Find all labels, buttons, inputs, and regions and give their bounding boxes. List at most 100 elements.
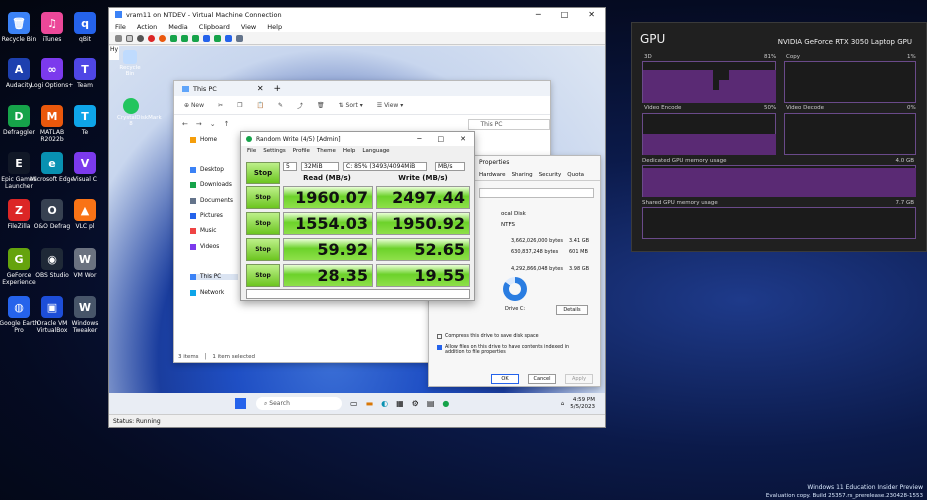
pause-icon[interactable] xyxy=(181,34,188,42)
nav-item-music[interactable]: Music xyxy=(190,228,217,234)
share-icon[interactable]: ⤴ xyxy=(297,101,303,110)
index-checkbox[interactable] xyxy=(437,345,442,350)
ctrl-alt-del-icon[interactable] xyxy=(115,34,122,42)
desktop-icon-te[interactable]: T Te xyxy=(62,105,108,136)
tab-sharing[interactable]: Sharing xyxy=(512,172,533,178)
turn-off-icon[interactable] xyxy=(137,34,144,42)
rename-icon[interactable]: ✎ xyxy=(278,102,283,109)
nav-item-documents[interactable]: Documents xyxy=(190,198,233,204)
checkpoint-icon[interactable] xyxy=(203,34,210,42)
nav-item-home[interactable]: Home xyxy=(190,137,217,143)
menu-clipboard[interactable]: Clipboard xyxy=(199,23,230,31)
drive-select[interactable]: C: 85% (3493/4094MiB xyxy=(343,162,427,171)
copy-icon[interactable]: ❐ xyxy=(237,102,242,109)
cdm-taskbar-icon[interactable]: ● xyxy=(442,399,449,408)
unit-select[interactable]: MB/s xyxy=(435,162,465,171)
taskbar-clock[interactable]: 4:59 PM 5/5/2023 xyxy=(570,397,595,411)
desktop-icon-windows-tweaker[interactable]: W Windows Tweaker xyxy=(62,296,108,334)
stop-button-row2[interactable]: Stop xyxy=(246,212,280,235)
shutdown-icon[interactable] xyxy=(148,34,155,42)
paste-icon[interactable]: 📋 xyxy=(256,102,263,109)
nav-item-downloads[interactable]: Downloads xyxy=(190,182,232,188)
count-select[interactable]: 5 xyxy=(283,162,297,171)
nav-item-network[interactable]: Network xyxy=(190,290,224,296)
delete-icon[interactable]: 🗑 xyxy=(317,102,325,109)
nav-item-this-pc[interactable]: This PC xyxy=(190,274,238,280)
nav-item-desktop[interactable]: Desktop xyxy=(190,167,224,173)
details-button[interactable]: Details xyxy=(556,305,588,315)
new-tab-icon[interactable]: + xyxy=(274,84,282,94)
close-icon[interactable]: ✕ xyxy=(588,10,595,19)
start-icon[interactable] xyxy=(235,398,246,409)
desktop-icon-vm-wor[interactable]: W VM Wor xyxy=(62,248,108,279)
desktop-icon-qbit[interactable]: q qBit xyxy=(62,12,108,43)
start-icon[interactable] xyxy=(126,34,133,42)
nav-item-pictures[interactable]: Pictures xyxy=(190,213,223,219)
cdm-menu-help[interactable]: Help xyxy=(343,148,356,154)
compress-checkbox[interactable] xyxy=(437,334,442,339)
menu-view[interactable]: View xyxy=(241,23,256,31)
cdm-minimize-icon[interactable]: ─ xyxy=(417,135,421,143)
stop-button-row4[interactable]: Stop xyxy=(246,264,280,287)
cdm-menu-file[interactable]: File xyxy=(247,148,256,154)
back-icon[interactable]: ← xyxy=(182,120,188,128)
ok-button[interactable]: OK xyxy=(491,374,519,384)
cdm-menu-profile[interactable]: Profile xyxy=(293,148,310,154)
cut-icon[interactable]: ✂ xyxy=(218,102,223,109)
guest-cdm-shortcut[interactable]: CrystalDiskMark 8 xyxy=(117,98,162,127)
cdm-menu-language[interactable]: Language xyxy=(362,148,389,154)
minimize-icon[interactable]: ─ xyxy=(536,10,541,19)
save-icon[interactable] xyxy=(170,34,177,42)
terminal-taskbar-icon[interactable]: ▤ xyxy=(427,399,435,408)
cancel-button[interactable]: Cancel xyxy=(528,374,556,384)
menu-file[interactable]: File xyxy=(115,23,126,31)
desktop-icon-visual-c[interactable]: V Visual C xyxy=(62,152,108,183)
share-icon[interactable] xyxy=(236,34,243,42)
nav-item-videos[interactable]: Videos xyxy=(190,244,219,250)
hyperv-tab[interactable]: Hy xyxy=(109,46,119,60)
stop-button-row3[interactable]: Stop xyxy=(246,238,280,261)
sort-button[interactable]: ⇅ Sort ▾ xyxy=(339,102,363,109)
explorer-taskbar-icon[interactable]: ▬ xyxy=(366,399,374,408)
recent-icon[interactable]: ⌄ xyxy=(210,120,216,128)
index-option[interactable]: Allow files on this drive to have conten… xyxy=(437,345,587,355)
tab-quota[interactable]: Quota xyxy=(567,172,584,178)
task-view-icon[interactable]: ▭ xyxy=(350,399,358,408)
tab-hardware[interactable]: Hardware xyxy=(479,172,506,178)
reset-icon[interactable] xyxy=(192,34,199,42)
close-tab-icon[interactable]: ✕ xyxy=(257,84,264,93)
menu-action[interactable]: Action xyxy=(137,23,157,31)
desktop-icon-vlc-pl[interactable]: ▲ VLC pl xyxy=(62,199,108,230)
forward-icon[interactable]: → xyxy=(196,120,202,128)
store-taskbar-icon[interactable]: ▦ xyxy=(396,399,404,408)
settings-taskbar-icon[interactable]: ⚙ xyxy=(412,399,419,408)
revert-icon[interactable] xyxy=(214,34,221,42)
network-icon[interactable]: ⌂ xyxy=(561,401,565,407)
up-icon[interactable]: ↑ xyxy=(224,120,230,128)
maximize-icon[interactable]: □ xyxy=(561,10,569,19)
power-icon[interactable] xyxy=(159,34,166,42)
explorer-tab[interactable]: This PC ✕ + xyxy=(174,81,550,96)
cdm-maximize-icon[interactable]: □ xyxy=(438,135,445,143)
guest-recycle-bin[interactable]: Recycle Bin xyxy=(119,50,141,77)
drive-name-field[interactable] xyxy=(479,188,594,198)
cdm-menu-theme[interactable]: Theme xyxy=(317,148,336,154)
desktop-icon-team[interactable]: T Team xyxy=(62,58,108,89)
taskbar-search[interactable]: ⌕ Search xyxy=(256,397,342,410)
size-select[interactable]: 32MiB xyxy=(301,162,339,171)
menu-media[interactable]: Media xyxy=(168,23,188,31)
apply-button[interactable]: Apply xyxy=(565,374,593,384)
cdm-close-icon[interactable]: ✕ xyxy=(460,135,466,143)
search-box[interactable]: This PC xyxy=(467,118,550,130)
menu-help[interactable]: Help xyxy=(267,23,282,31)
stop-all-button[interactable]: Stop xyxy=(246,162,280,184)
view-button[interactable]: ☰ View ▾ xyxy=(377,102,403,109)
comment-field[interactable] xyxy=(246,289,470,299)
compress-option[interactable]: Compress this drive to save disk space xyxy=(437,334,539,339)
cdm-menu-settings[interactable]: Settings xyxy=(263,148,286,154)
tab-security[interactable]: Security xyxy=(539,172,562,178)
stop-button-row1[interactable]: Stop xyxy=(246,186,280,209)
new-button[interactable]: ⊕ New xyxy=(184,102,204,109)
enhanced-session-icon[interactable] xyxy=(225,34,232,42)
edge-taskbar-icon[interactable]: ◐ xyxy=(381,399,388,408)
